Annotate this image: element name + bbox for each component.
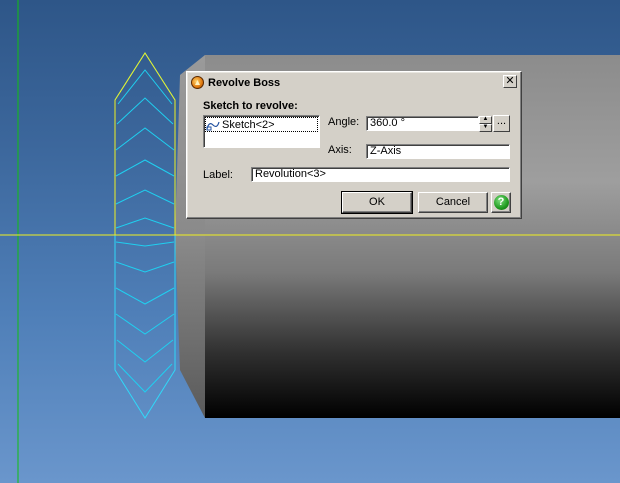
- revolve-boss-dialog: Revolve Boss ✕ Sketch to revolve: Sketch…: [186, 71, 522, 219]
- angle-input[interactable]: 360.0 °: [366, 116, 479, 131]
- sketch-icon: [206, 121, 220, 130]
- angle-label: Angle:: [328, 116, 360, 128]
- cancel-button[interactable]: Cancel: [418, 192, 488, 213]
- help-icon: ?: [493, 195, 509, 210]
- 3d-viewport[interactable]: Revolve Boss ✕ Sketch to revolve: Sketch…: [0, 0, 620, 483]
- label-label: Label:: [203, 169, 233, 181]
- sketch-listbox[interactable]: Sketch<2>: [203, 115, 320, 148]
- sketch-to-revolve-label: Sketch to revolve:: [203, 100, 298, 112]
- help-button[interactable]: ?: [491, 192, 511, 213]
- dialog-title: Revolve Boss: [208, 76, 281, 89]
- sketch-list-item[interactable]: Sketch<2>: [205, 117, 318, 132]
- angle-spinner[interactable]: ▲ ▼: [479, 116, 492, 132]
- axis-label: Axis:: [328, 144, 352, 156]
- ok-button[interactable]: OK: [341, 191, 413, 214]
- angle-browse-button[interactable]: ...: [493, 115, 510, 132]
- app-logo-icon: [191, 76, 204, 89]
- spin-down-icon[interactable]: ▼: [479, 124, 492, 132]
- dialog-titlebar[interactable]: Revolve Boss ✕: [189, 74, 519, 91]
- spin-up-icon[interactable]: ▲: [479, 116, 492, 124]
- sketch-item-label: Sketch<2>: [222, 118, 275, 131]
- label-input[interactable]: Revolution<3>: [251, 167, 510, 182]
- close-button[interactable]: ✕: [503, 75, 517, 88]
- axis-input[interactable]: Z-Axis: [366, 144, 510, 159]
